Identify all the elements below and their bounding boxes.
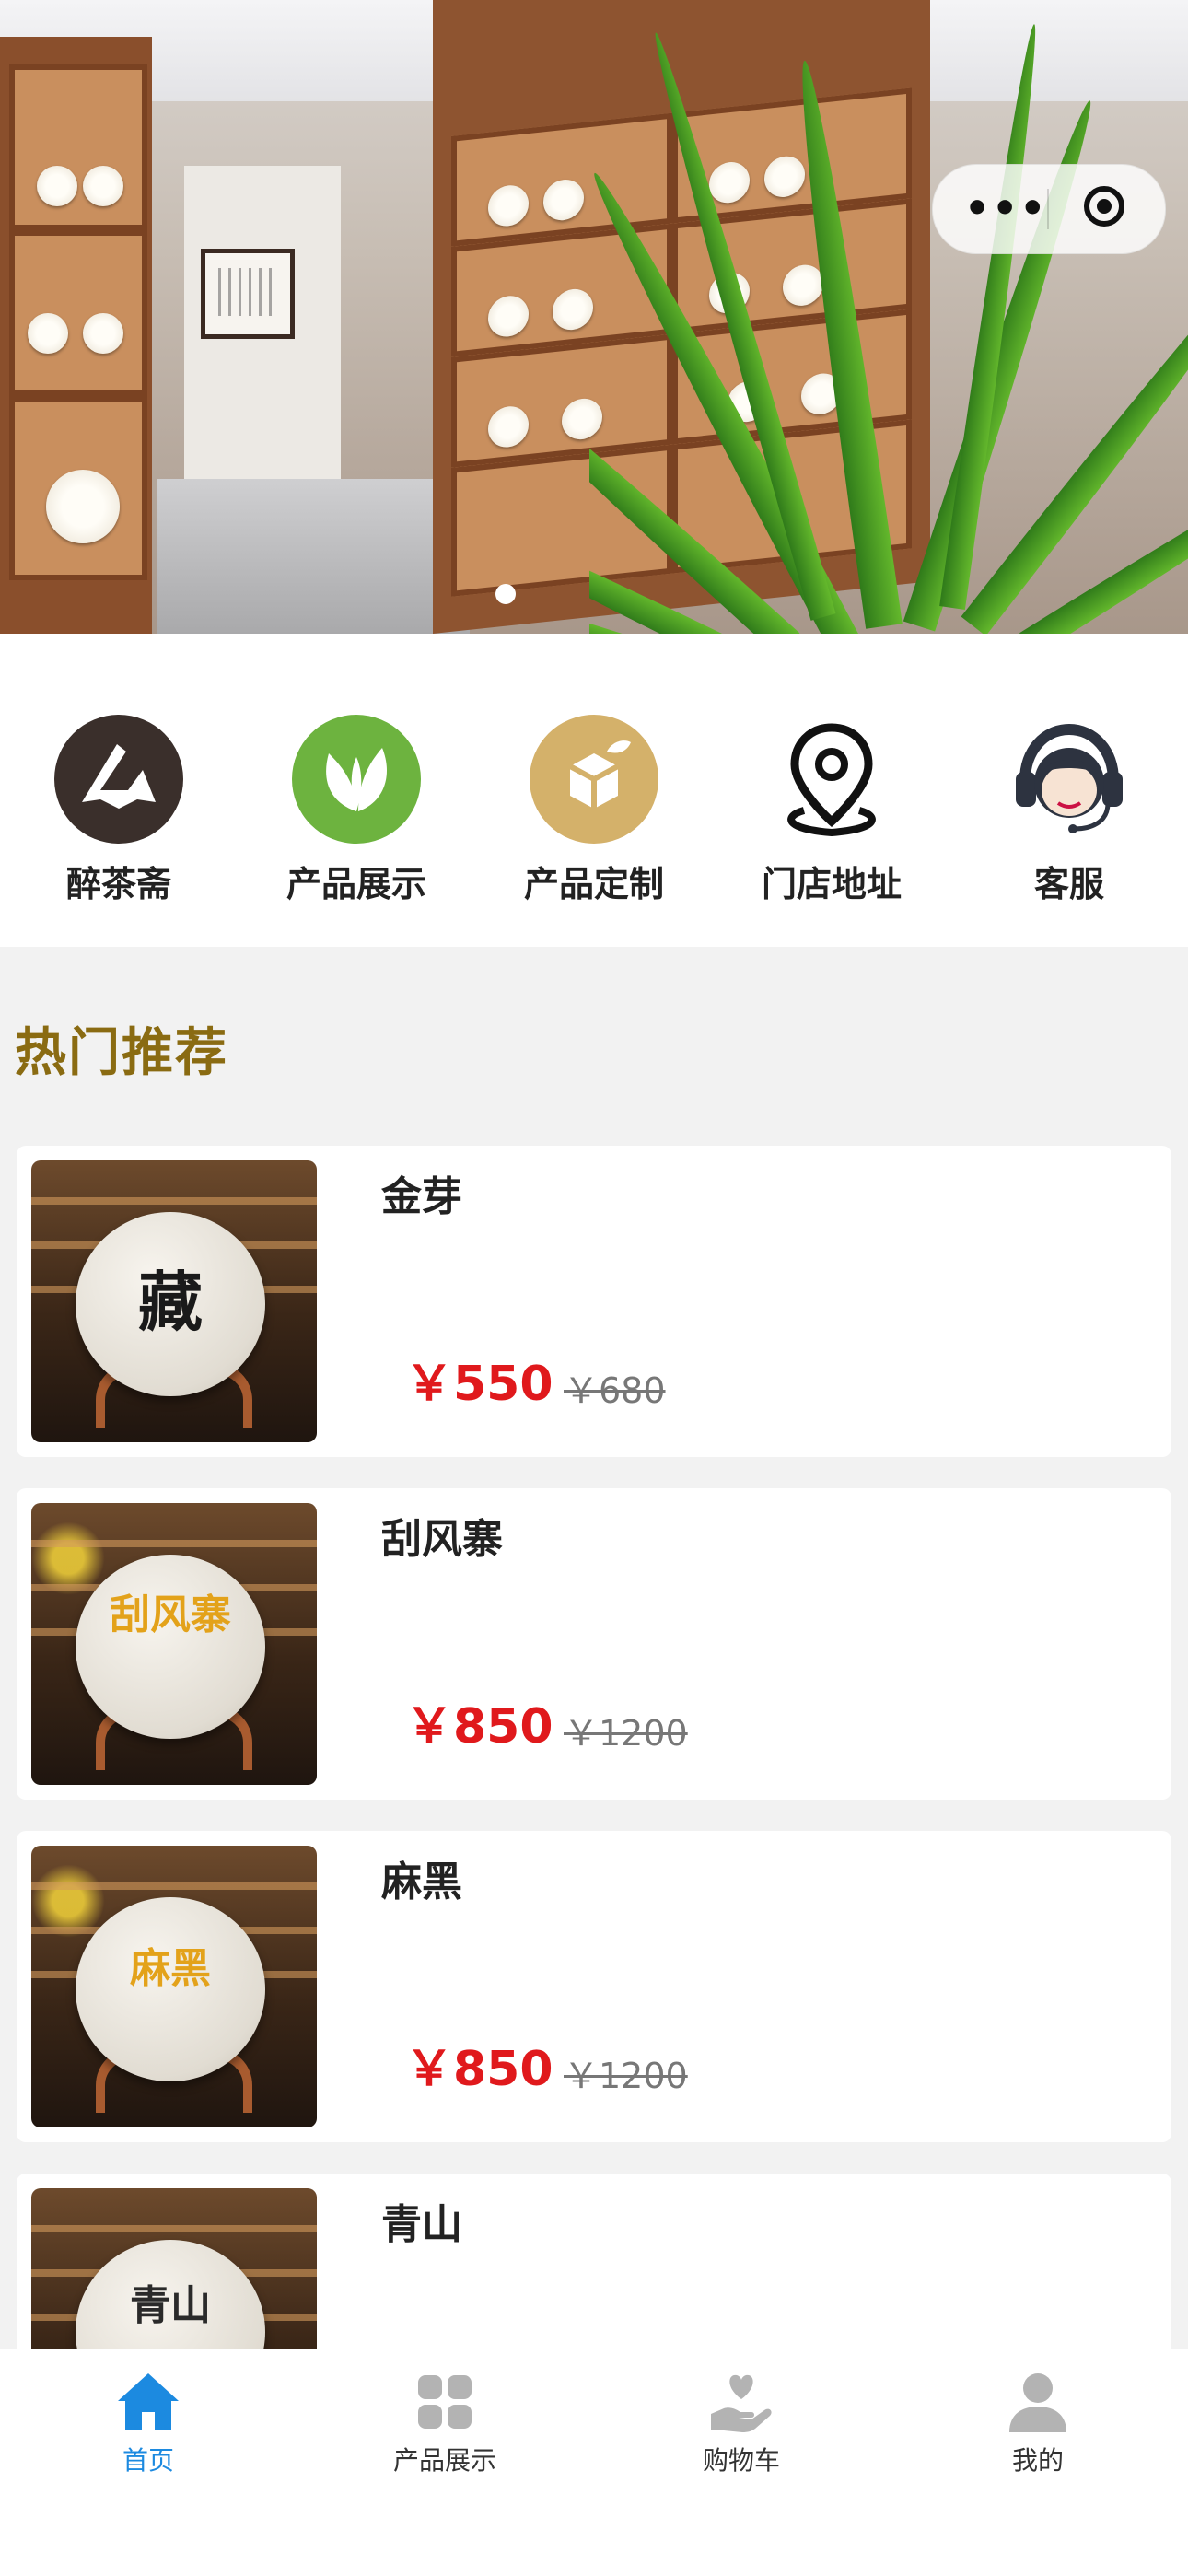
- product-name: 麻黑: [381, 1859, 462, 1906]
- nav-item-customize[interactable]: 产品定制: [502, 715, 686, 917]
- hero-banner[interactable]: [0, 0, 1188, 634]
- banner-slide-indicator[interactable]: [495, 584, 516, 604]
- section-title-hot-picks: 热门推荐: [15, 1023, 228, 1083]
- user-icon: [1004, 2368, 1072, 2436]
- nav-item-brand[interactable]: 醉茶斋: [27, 715, 211, 917]
- product-name: 金芽: [381, 1173, 462, 1220]
- banner-calligraphy-painting: [201, 249, 295, 339]
- product-card[interactable]: 藏 金芽 ￥550 ￥680: [17, 1146, 1171, 1457]
- tab-label-profile: 我的: [1011, 2445, 1064, 2476]
- nav-item-products[interactable]: 产品展示: [264, 715, 448, 917]
- tab-products[interactable]: 产品展示: [353, 2368, 537, 2497]
- cube-leaf-icon: [530, 715, 658, 844]
- quick-nav: 醉茶斋 产品展示 产品定制 门店地址 客服: [0, 634, 1188, 947]
- cart-heart-hand-icon: [707, 2368, 775, 2436]
- product-price: ￥550: [405, 1357, 553, 1412]
- tea-leaf-icon: [292, 715, 421, 844]
- product-name: 青山: [381, 2201, 462, 2248]
- tab-label-products: 产品展示: [392, 2445, 496, 2476]
- tab-cart[interactable]: 购物车: [649, 2368, 833, 2497]
- nav-item-store-address[interactable]: 门店地址: [740, 715, 924, 917]
- product-name: 刮风寨: [381, 1516, 503, 1563]
- nav-label-products: 产品展示: [285, 864, 426, 904]
- capsule-divider: [1047, 189, 1049, 229]
- product-image: 刮风寨: [31, 1503, 317, 1785]
- more-options-button[interactable]: •••: [964, 183, 1045, 235]
- nav-label-customer-service: 客服: [1033, 864, 1104, 904]
- tab-label-home: 首页: [122, 2445, 174, 2476]
- product-original-price: ￥680: [564, 1370, 666, 1411]
- nav-label-customize: 产品定制: [523, 864, 664, 904]
- product-card[interactable]: 刮风寨 刮风寨 ￥850 ￥1200: [17, 1488, 1171, 1800]
- banner-left-shelf: [0, 37, 152, 634]
- product-original-price: ￥1200: [564, 1713, 688, 1754]
- location-pin-icon: [767, 715, 896, 844]
- nav-label-brand: 醉茶斋: [65, 864, 171, 904]
- product-price: ￥850: [405, 1699, 553, 1754]
- product-image: 麻黑: [31, 1846, 317, 2127]
- grid-icon: [411, 2368, 479, 2436]
- close-miniprogram-button[interactable]: [1084, 186, 1124, 227]
- nav-label-store-address: 门店地址: [761, 864, 902, 904]
- banner-plant: [589, 0, 1188, 634]
- nav-item-customer-service[interactable]: 客服: [977, 715, 1161, 917]
- banner-floor: [157, 479, 470, 634]
- customer-service-icon: [1005, 715, 1134, 844]
- tab-label-cart: 购物车: [702, 2445, 780, 2476]
- product-price: ￥850: [405, 2042, 553, 2097]
- home-icon: [114, 2368, 182, 2436]
- product-original-price: ￥1200: [564, 2056, 688, 2096]
- brand-logo-icon: [54, 715, 183, 844]
- miniprogram-capsule: •••: [932, 164, 1166, 254]
- product-image: 藏: [31, 1160, 317, 1442]
- bottom-tab-bar: 首页 产品展示 购物车 我的: [0, 2349, 1188, 2576]
- tab-profile[interactable]: 我的: [946, 2368, 1130, 2497]
- product-card[interactable]: 麻黑 麻黑 ￥850 ￥1200: [17, 1831, 1171, 2142]
- tab-home[interactable]: 首页: [56, 2368, 240, 2497]
